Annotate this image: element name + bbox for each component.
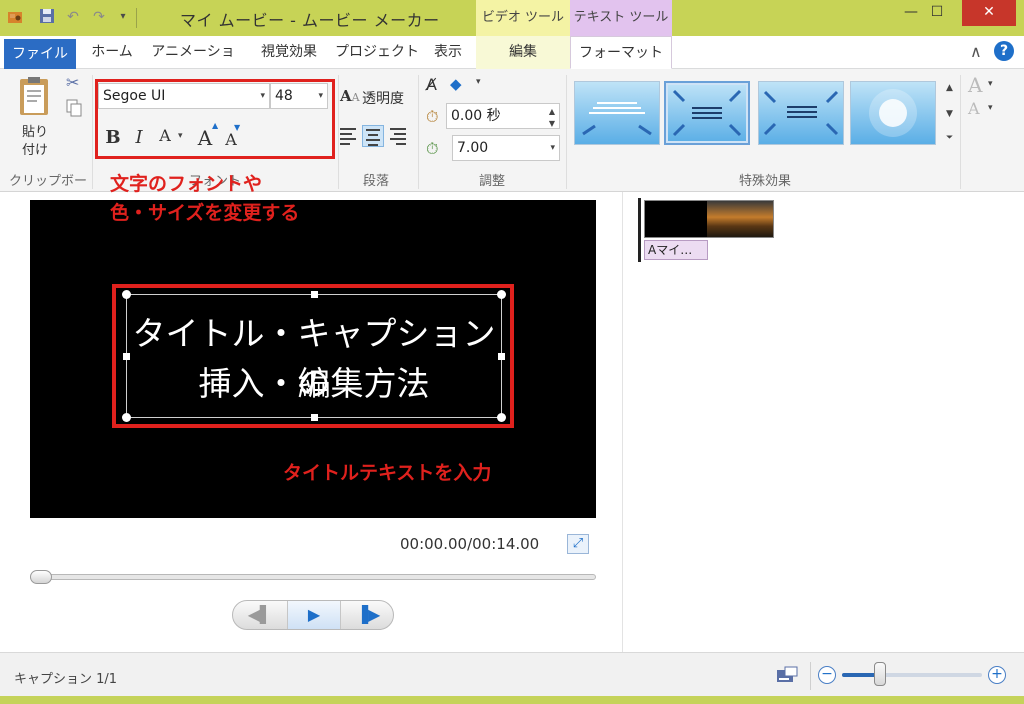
- font-callout: 文字のフォントや 色・サイズを変更する: [110, 170, 299, 228]
- caption-clip[interactable]: Aマイ…: [644, 240, 708, 260]
- status-separator: [810, 662, 811, 690]
- outline-color-icon[interactable]: A: [968, 99, 980, 118]
- spin-down-icon[interactable]: ▼: [549, 112, 555, 136]
- paragraph-group-label: 段落: [362, 174, 389, 189]
- tab-view[interactable]: 表示: [426, 36, 470, 69]
- effects-group-label: 特殊効果: [738, 174, 791, 189]
- chevron-down-icon[interactable]: ▾: [988, 79, 993, 89]
- tab-format[interactable]: フォーマット: [570, 36, 672, 69]
- play-button[interactable]: ▶: [287, 601, 341, 629]
- effect-thumbnail-selected[interactable]: [664, 81, 750, 145]
- effect-thumbnail[interactable]: [574, 81, 660, 145]
- chevron-down-icon: ▾: [550, 143, 555, 153]
- storyboard-pane: [622, 192, 1024, 652]
- tab-project[interactable]: プロジェクト: [334, 36, 420, 69]
- maximize-button[interactable]: ☐: [914, 0, 960, 26]
- movie-maker-icon[interactable]: [6, 8, 24, 26]
- start-time-icon: ⏱: [426, 107, 439, 126]
- fullscreen-icon[interactable]: ⤢: [567, 534, 589, 554]
- align-right-button[interactable]: [388, 125, 410, 147]
- cut-icon[interactable]: ✂: [66, 73, 79, 92]
- playback-controls: ◀▌ ▶ ▐▶: [232, 600, 394, 630]
- status-text: キャプション 1/1: [14, 672, 118, 687]
- tab-visual-effects[interactable]: 視覚効果: [250, 36, 328, 69]
- adjust-group-label: 調整: [478, 174, 505, 189]
- transparency-button[interactable]: 透明度: [362, 88, 404, 108]
- redo-icon[interactable]: ↷: [90, 8, 108, 26]
- title-bar: ↶ ↷ ▾ マイ ムービー - ムービー メーカー ビデオ ツール テキスト ツ…: [0, 0, 1024, 36]
- caption-highlight-box: [112, 284, 514, 428]
- zoom-out-icon[interactable]: −: [818, 666, 836, 684]
- group-separator: [92, 75, 93, 189]
- collapse-ribbon-icon[interactable]: ∧: [970, 42, 982, 61]
- gallery-expand-icon[interactable]: ⏷: [946, 133, 953, 143]
- tab-animation[interactable]: アニメーション: [146, 36, 240, 93]
- zoom-in-icon[interactable]: +: [988, 666, 1006, 684]
- outline-size-icon[interactable]: A: [968, 73, 982, 97]
- font-callout-line1: 文字のフォントや: [110, 173, 263, 195]
- paste-label-line2[interactable]: 付け: [22, 139, 48, 158]
- context-header-video-tools: ビデオ ツール: [476, 0, 570, 36]
- help-icon[interactable]: ?: [994, 41, 1014, 61]
- chevron-down-icon[interactable]: ▾: [476, 77, 481, 87]
- transparency-icon[interactable]: AA: [340, 87, 360, 105]
- next-frame-button[interactable]: ▐▶: [341, 601, 395, 629]
- tab-home[interactable]: ホーム: [86, 36, 138, 69]
- clip-video-thumbnail: [707, 201, 773, 237]
- previous-frame-button[interactable]: ◀▌: [233, 601, 287, 629]
- gallery-scroll-down-icon[interactable]: ▼: [946, 109, 953, 119]
- font-highlight-box: [95, 79, 335, 159]
- start-time-spinner[interactable]: 0.00 秒 ▲ ▼: [446, 103, 560, 129]
- context-header-text-tools: テキスト ツール: [570, 0, 672, 36]
- save-icon[interactable]: [38, 8, 56, 26]
- tab-file[interactable]: ファイル: [4, 39, 76, 69]
- paste-icon[interactable]: [14, 75, 58, 115]
- align-center-button[interactable]: [362, 125, 384, 147]
- zoom-slider-thumb[interactable]: [874, 662, 886, 686]
- paste-label-line1[interactable]: 貼り: [22, 121, 48, 140]
- gallery-scroll-up-icon[interactable]: ▲: [946, 83, 953, 93]
- background-color-icon[interactable]: ◆: [450, 75, 462, 93]
- customize-qat-icon[interactable]: ▾: [114, 8, 132, 26]
- align-left-button[interactable]: [338, 125, 360, 147]
- close-button[interactable]: ✕: [962, 0, 1016, 26]
- zoom-slider-track[interactable]: [842, 673, 982, 677]
- effect-thumbnail[interactable]: [758, 81, 844, 145]
- undo-icon[interactable]: ↶: [64, 8, 82, 26]
- group-separator: [566, 75, 567, 189]
- timecode: 00:00.00/00:14.00: [400, 535, 540, 553]
- qat-separator: [136, 8, 137, 28]
- text-color-icon[interactable]: A̸: [426, 75, 437, 94]
- thumbnail-size-icon[interactable]: [776, 666, 800, 686]
- chevron-down-icon[interactable]: ▾: [988, 103, 993, 113]
- title-callout: タイトルテキストを入力: [283, 462, 492, 484]
- copy-icon[interactable]: [66, 99, 82, 117]
- duration-icon: ⏱: [426, 139, 439, 158]
- window-frame-bottom: [0, 696, 1024, 704]
- playhead[interactable]: [638, 198, 641, 262]
- window-title: マイ ムービー - ムービー メーカー: [180, 11, 440, 30]
- seek-bar[interactable]: [30, 574, 596, 580]
- ribbon-tab-row: ファイル ホーム アニメーション 視覚効果 プロジェクト 表示 編集 フォーマッ…: [0, 36, 1024, 93]
- start-time-value: 0.00 秒: [451, 108, 501, 124]
- video-clip[interactable]: [644, 200, 774, 238]
- duration-combo[interactable]: 7.00 ▾: [452, 135, 560, 161]
- seek-thumb[interactable]: [30, 570, 52, 584]
- group-separator: [960, 75, 961, 189]
- group-separator: [418, 75, 419, 189]
- effect-thumbnail[interactable]: [850, 81, 936, 145]
- tab-edit[interactable]: 編集: [476, 36, 570, 69]
- duration-value: 7.00: [457, 140, 489, 156]
- clip-title-frame: [645, 201, 707, 237]
- font-callout-line2: 色・サイズを変更する: [110, 202, 300, 224]
